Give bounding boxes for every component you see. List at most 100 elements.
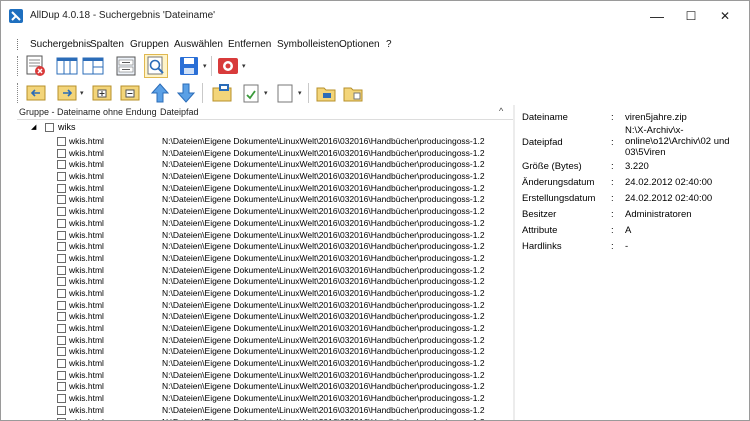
open-folder-icon[interactable] (314, 81, 338, 105)
file-name: wkis.html (69, 159, 104, 170)
expand-right-icon[interactable] (55, 81, 79, 105)
row-checkbox[interactable] (57, 335, 66, 345)
menu-entfernen[interactable]: Entfernen (228, 39, 271, 50)
remove-results-icon[interactable] (24, 54, 48, 78)
select-dropdown-icon[interactable]: ▾ (264, 89, 268, 97)
row-checkbox[interactable] (57, 148, 66, 158)
file-size-kb-mb-icon[interactable] (114, 54, 138, 78)
row-checkbox[interactable] (57, 183, 66, 193)
row-checkbox[interactable] (57, 347, 66, 357)
row-checkbox[interactable] (57, 394, 66, 404)
column-header-group[interactable]: Gruppe - Dateiname ohne Endung (19, 107, 157, 117)
group-checkbox[interactable] (45, 123, 54, 132)
file-path: N:\Dateien\Eigene Dokumente\LinuxWelt\20… (162, 159, 485, 170)
table-row[interactable]: wkis.html N:\Dateien\Eigene Dokumente\Lin… (17, 300, 503, 312)
maximize-button[interactable]: ☐ (681, 7, 701, 25)
table-row[interactable]: wkis.html N:\Dateien\Eigene Dokumente\Lin… (17, 253, 503, 265)
save-icon[interactable] (177, 54, 201, 78)
search-preview-icon[interactable] (144, 54, 168, 78)
row-checkbox[interactable] (57, 405, 66, 415)
columns-view-icon[interactable] (55, 54, 79, 78)
select-file-icon[interactable] (239, 81, 263, 105)
table-row[interactable]: wkis.html N:\Dateien\Eigene Dokumente\Lin… (17, 370, 503, 382)
menu-symbolleisten[interactable]: Symbolleisten (277, 39, 339, 50)
table-row[interactable]: wkis.html N:\Dateien\Eigene Dokumente\Lin… (17, 358, 503, 370)
folder-icon[interactable] (341, 81, 365, 105)
menu-optionen[interactable]: Optionen (339, 39, 380, 50)
row-checkbox[interactable] (57, 382, 66, 392)
row-checkbox[interactable] (57, 172, 66, 182)
collapse-left-icon[interactable] (24, 81, 48, 105)
table-row[interactable]: wkis.html N:\Dateien\Eigene Dokumente\Lin… (17, 159, 503, 171)
folder-grid-icon[interactable] (210, 81, 234, 105)
table-row[interactable]: wkis.html N:\Dateien\Eigene Dokumente\Lin… (17, 276, 503, 288)
property-value: Administratoren (625, 209, 692, 220)
pane-splitter[interactable] (513, 105, 515, 420)
expand-toggle-icon[interactable]: ◢ (31, 123, 36, 131)
table-row[interactable]: wkis.html N:\Dateien\Eigene Dokumente\Lin… (17, 346, 503, 358)
row-checkbox[interactable] (57, 137, 66, 146)
row-checkbox[interactable] (57, 195, 66, 205)
new-file-dropdown-icon[interactable]: ▾ (298, 89, 302, 97)
menu-gruppen[interactable]: Gruppen (130, 39, 169, 50)
table-row[interactable]: wkis.html N:\Dateien\Eigene Dokumente\Lin… (17, 265, 503, 277)
file-path: N:\Dateien\Eigene Dokumente\LinuxWelt\20… (162, 252, 485, 263)
row-checkbox[interactable] (57, 288, 66, 298)
title-bar[interactable]: AllDup 4.0.18 - Suchergebnis 'Dateiname'… (1, 1, 749, 32)
close-button[interactable]: ✕ (715, 7, 735, 25)
file-path: N:\Dateien\Eigene Dokumente\LinuxWelt\20… (162, 241, 485, 252)
row-checkbox[interactable] (57, 253, 66, 263)
collapse-all-icon[interactable] (118, 81, 142, 105)
move-up-icon[interactable] (148, 81, 172, 105)
table-row[interactable]: wkis.html N:\Dateien\Eigene Dokumente\Lin… (17, 194, 503, 206)
video-icon[interactable] (216, 54, 240, 78)
row-checkbox[interactable] (57, 207, 66, 217)
row-checkbox[interactable] (57, 242, 66, 252)
new-file-icon[interactable] (273, 81, 297, 105)
row-checkbox[interactable] (57, 218, 66, 228)
row-checkbox[interactable] (57, 300, 66, 310)
menu-spalten[interactable]: Spalten (90, 39, 124, 50)
move-down-icon[interactable] (174, 81, 198, 105)
table-row[interactable]: wkis.html N:\Dateien\Eigene Dokumente\Lin… (17, 241, 503, 253)
row-checkbox[interactable] (57, 230, 66, 240)
scroll-up-icon[interactable]: ^ (499, 106, 503, 116)
table-row[interactable]: wkis.html N:\Dateien\Eigene Dokumente\Lin… (17, 171, 503, 183)
menu-suchergebnis[interactable]: Suchergebnis (30, 39, 91, 50)
table-row[interactable]: wkis.html N:\Dateien\Eigene Dokumente\Lin… (17, 136, 503, 148)
column-header-path[interactable]: Dateipfad (160, 107, 199, 117)
minimize-button[interactable]: — (647, 7, 667, 25)
table-row[interactable]: wkis.html N:\Dateien\Eigene Dokumente\Lin… (17, 417, 503, 420)
row-checkbox[interactable] (57, 370, 66, 380)
row-checkbox[interactable] (57, 277, 66, 287)
table-row[interactable]: wkis.html N:\Dateien\Eigene Dokumente\Lin… (17, 230, 503, 242)
property-value: - (625, 241, 629, 252)
table-row[interactable]: wkis.html N:\Dateien\Eigene Dokumente\Lin… (17, 206, 503, 218)
table-row[interactable]: wkis.html N:\Dateien\Eigene Dokumente\Lin… (17, 393, 503, 405)
table-row[interactable]: wkis.html N:\Dateien\Eigene Dokumente\Lin… (17, 218, 503, 230)
split-view-icon[interactable] (81, 54, 105, 78)
row-checkbox[interactable] (57, 265, 66, 275)
row-checkbox[interactable] (57, 359, 66, 369)
results-list: Gruppe - Dateiname ohne Endung Dateipfad… (17, 105, 513, 420)
table-row[interactable]: wkis.html N:\Dateien\Eigene Dokumente\Lin… (17, 288, 503, 300)
video-dropdown-icon[interactable]: ▾ (242, 62, 246, 70)
menu-auswaehlen[interactable]: Auswählen (174, 39, 223, 50)
save-dropdown-icon[interactable]: ▾ (203, 62, 207, 70)
file-name: wkis.html (69, 369, 104, 380)
table-row[interactable]: wkis.html N:\Dateien\Eigene Dokumente\Lin… (17, 405, 503, 417)
expand-dropdown-icon[interactable]: ▾ (80, 89, 84, 97)
table-row[interactable]: wkis.html N:\Dateien\Eigene Dokumente\Lin… (17, 311, 503, 323)
row-checkbox[interactable] (57, 160, 66, 170)
table-row[interactable]: wkis.html N:\Dateien\Eigene Dokumente\Lin… (17, 148, 503, 160)
expand-all-icon[interactable] (90, 81, 114, 105)
table-row[interactable]: wkis.html N:\Dateien\Eigene Dokumente\Lin… (17, 183, 503, 195)
row-checkbox[interactable] (57, 312, 66, 322)
menu-help[interactable]: ? (386, 39, 392, 50)
table-row[interactable]: wkis.html N:\Dateien\Eigene Dokumente\Lin… (17, 381, 503, 393)
row-checkbox[interactable] (57, 417, 66, 420)
table-row[interactable]: wkis.html N:\Dateien\Eigene Dokumente\Lin… (17, 335, 503, 347)
table-row[interactable]: wkis.html N:\Dateien\Eigene Dokumente\Lin… (17, 323, 503, 335)
row-checkbox[interactable] (57, 324, 66, 333)
file-path: N:\Dateien\Eigene Dokumente\LinuxWelt\20… (162, 299, 485, 310)
